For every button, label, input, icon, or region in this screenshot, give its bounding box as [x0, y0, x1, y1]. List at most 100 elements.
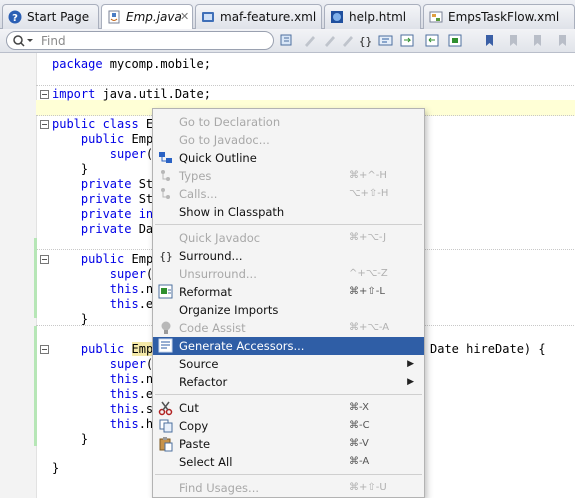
submenu-arrow-icon: ▶ — [407, 359, 414, 369]
menu-item-paste[interactable]: Paste ⌘-V — [153, 435, 424, 453]
section-divider — [36, 85, 575, 86]
keyword: this — [109, 372, 139, 386]
quick-outline-icon — [159, 152, 172, 163]
tab-label: help.html — [349, 10, 407, 24]
code-text: St — [131, 177, 154, 191]
menu-item-unsurround[interactable]: Unsurround... ^+⌥-Z — [153, 265, 424, 283]
menu-item-find-usages[interactable]: Find Usages... ⌘+⇧-U — [153, 479, 424, 497]
tab-label: Start Page — [27, 10, 90, 24]
fold-toggle-icon[interactable] — [40, 345, 49, 354]
menu-item-go-to-declaration[interactable]: Go to Declaration — [153, 113, 424, 131]
keyword: super — [109, 357, 146, 371]
matched-identifier: Emp — [131, 342, 154, 356]
keyword: this — [109, 297, 139, 311]
find-field[interactable] — [6, 31, 274, 50]
keyword: public class — [52, 117, 139, 131]
close-tab-icon[interactable]: ✕ — [180, 5, 189, 29]
menu-item-calls[interactable]: Calls... ⌥+⇧-H — [153, 185, 424, 203]
keyword: private — [80, 222, 132, 236]
code-line: } — [52, 162, 89, 176]
prev-occurrence-icon[interactable] — [302, 33, 317, 48]
menu-item-surround[interactable]: {} Surround... — [153, 247, 424, 265]
indent-icon[interactable] — [400, 33, 415, 48]
help-icon: ? — [8, 10, 22, 24]
fold-toggle-icon[interactable] — [40, 90, 49, 99]
search-input[interactable] — [41, 33, 261, 48]
menu-item-quick-outline[interactable]: Quick Outline — [153, 149, 424, 167]
generate-accessors-icon — [158, 338, 173, 353]
menu-item-source[interactable]: Source ▶ — [153, 355, 424, 373]
tab-start-page[interactable]: ? Start Page — [2, 4, 99, 29]
menu-item-refactor[interactable]: Refactor ▶ — [153, 373, 424, 391]
keyword: this — [109, 402, 139, 416]
code-text: St — [131, 192, 154, 206]
code-line: public class Em — [52, 117, 160, 132]
lightbulb-icon — [161, 321, 171, 334]
toggle-highlight-icon[interactable] — [340, 33, 355, 48]
code-line: } — [52, 461, 60, 475]
next-bookmark-icon[interactable] — [530, 33, 545, 48]
code-line: private int — [52, 207, 160, 222]
editor-toolbar: {} — [0, 29, 575, 53]
next-occurrence-icon[interactable] — [322, 33, 337, 48]
code-line-tail: Date hireDate) { — [430, 342, 546, 356]
tab-help-html[interactable]: help.html — [324, 4, 421, 29]
tab-label: Emp.java — [126, 10, 182, 24]
code-line: super( — [52, 267, 153, 282]
menu-item-show-in-classpath[interactable]: Show in Classpath — [153, 203, 424, 221]
menu-item-organize-imports[interactable]: Organize Imports — [153, 301, 424, 319]
tab-emps-task-flow-xml[interactable]: EmpsTaskFlow.xml — [423, 4, 575, 29]
code-line: super( — [52, 357, 153, 372]
code-line: public Emp — [52, 132, 153, 147]
search-icon[interactable] — [12, 34, 34, 47]
menu-item-select-all[interactable]: Select All ⌘-A — [153, 453, 424, 471]
unindent-icon[interactable] — [425, 33, 440, 48]
java-file-icon — [108, 10, 120, 24]
clear-bookmarks-icon[interactable] — [555, 33, 570, 48]
type-hierarchy-icon — [161, 170, 170, 181]
menu-item-cut[interactable]: Cut ⌘-X — [153, 399, 424, 417]
add-breakpoint-icon[interactable] — [448, 33, 463, 48]
svg-text:?: ? — [12, 13, 18, 24]
code-line: private St — [52, 177, 153, 192]
fold-toggle-icon[interactable] — [40, 255, 49, 264]
fold-toggle-icon[interactable] — [40, 120, 49, 129]
menu-item-generate-accessors[interactable]: Generate Accessors... — [153, 337, 424, 355]
keyword: public — [80, 132, 125, 146]
code-line: } — [52, 432, 89, 446]
keyword: this — [109, 417, 139, 431]
prev-bookmark-icon[interactable] — [506, 33, 521, 48]
code-line: this.sa — [52, 402, 161, 417]
menu-item-copy[interactable]: Copy ⌘-C — [153, 417, 424, 435]
scissors-icon — [158, 401, 173, 416]
tab-emp-java[interactable]: Emp.java ✕ — [101, 4, 193, 30]
code-text: mycomp.mobile; — [102, 57, 211, 71]
surround-braces-icon[interactable]: {} — [358, 33, 373, 48]
menu-item-go-to-javadoc[interactable]: Go to Javadoc... — [153, 131, 424, 149]
code-line: this.na — [52, 282, 161, 297]
toggle-bookmark-icon[interactable] — [279, 33, 294, 48]
line-gutter[interactable] — [0, 53, 37, 498]
menu-separator — [155, 224, 422, 225]
editor-context-menu: Go to Declaration Go to Javadoc... Quick… — [152, 108, 425, 498]
svg-text:{}: {} — [159, 250, 172, 263]
keyword: package — [52, 57, 103, 71]
menu-item-code-assist[interactable]: Code Assist ⌘+⌥-A — [153, 319, 424, 337]
code-line: this.hi — [52, 417, 161, 432]
code-text: java.util.Date; — [95, 87, 211, 101]
menu-item-quick-javadoc[interactable]: Quick Javadoc ⌘+⌥-J — [153, 229, 424, 247]
submenu-arrow-icon: ▶ — [407, 377, 414, 387]
change-marker — [34, 238, 37, 318]
keyword: public — [80, 342, 125, 356]
tab-maf-feature-xml[interactable]: maf-feature.xml — [195, 4, 322, 29]
menu-item-types[interactable]: Types ⌘+^-H — [153, 167, 424, 185]
keyword: super — [109, 147, 146, 161]
keyword: public — [80, 252, 125, 266]
menu-item-reformat[interactable]: Reformat ⌘+⇧-L — [153, 283, 424, 301]
comment-block-icon[interactable] — [378, 33, 393, 48]
code-text: Emp — [124, 252, 154, 266]
code-line: this.na — [52, 372, 161, 387]
html-file-icon — [331, 11, 343, 23]
bookmark-icon[interactable] — [482, 33, 497, 48]
